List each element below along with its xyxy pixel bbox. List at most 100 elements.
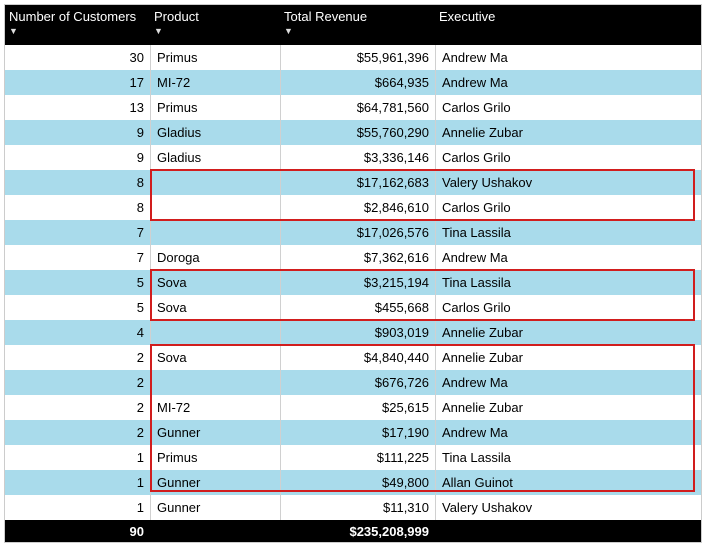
- cell-number-of-customers: 9: [5, 145, 150, 170]
- cell-executive: Valery Ushakov: [435, 495, 701, 520]
- column-header-product[interactable]: Product ▼: [150, 7, 280, 36]
- cell-product: Gunner: [150, 420, 280, 445]
- table-row[interactable]: 1Gunner$49,800Allan Guinot: [5, 470, 701, 495]
- table-row[interactable]: 9Gladius$3,336,146Carlos Grilo: [5, 145, 701, 170]
- column-header-label: Executive: [439, 9, 495, 24]
- cell-product: Sova: [150, 270, 280, 295]
- sort-desc-icon: ▼: [9, 26, 146, 36]
- cell-number-of-customers: 13: [5, 95, 150, 120]
- column-header-number-of-customers[interactable]: Number of Customers ▼: [5, 7, 150, 36]
- total-number-of-customers: 90: [5, 520, 150, 542]
- column-header-label: Product: [154, 9, 199, 24]
- cell-number-of-customers: 5: [5, 295, 150, 320]
- cell-product: Doroga: [150, 245, 280, 270]
- cell-total-revenue: $2,846,610: [280, 195, 435, 220]
- column-header-label: Total Revenue: [284, 9, 367, 24]
- cell-product: MI-72: [150, 70, 280, 95]
- table-body: 30Primus$55,961,396Andrew Ma17MI-72$664,…: [5, 45, 701, 520]
- cell-number-of-customers: 17: [5, 70, 150, 95]
- cell-executive: Carlos Grilo: [435, 195, 701, 220]
- cell-number-of-customers: 5: [5, 270, 150, 295]
- table-row[interactable]: 1Primus$111,225Tina Lassila: [5, 445, 701, 470]
- cell-number-of-customers: 7: [5, 220, 150, 245]
- cell-number-of-customers: 8: [5, 195, 150, 220]
- cell-executive: Annelie Zubar: [435, 120, 701, 145]
- cell-total-revenue: $17,026,576: [280, 220, 435, 245]
- cell-total-revenue: $64,781,560: [280, 95, 435, 120]
- cell-number-of-customers: 2: [5, 370, 150, 395]
- table-row[interactable]: 2 $676,726Andrew Ma: [5, 370, 701, 395]
- cell-total-revenue: $455,668: [280, 295, 435, 320]
- cell-total-revenue: $111,225: [280, 445, 435, 470]
- cell-total-revenue: $17,162,683: [280, 170, 435, 195]
- sort-desc-icon: ▼: [284, 26, 431, 36]
- table-row[interactable]: 8 $17,162,683Valery Ushakov: [5, 170, 701, 195]
- cell-number-of-customers: 8: [5, 170, 150, 195]
- cell-number-of-customers: 1: [5, 495, 150, 520]
- cell-number-of-customers: 2: [5, 395, 150, 420]
- cell-executive: Tina Lassila: [435, 220, 701, 245]
- cell-total-revenue: $55,760,290: [280, 120, 435, 145]
- table-row[interactable]: 5Sova$3,215,194Tina Lassila: [5, 270, 701, 295]
- table-total-row: 90 $235,208,999: [5, 520, 701, 542]
- cell-product: Gladius: [150, 120, 280, 145]
- cell-total-revenue: $676,726: [280, 370, 435, 395]
- cell-executive: Andrew Ma: [435, 370, 701, 395]
- cell-executive: Valery Ushakov: [435, 170, 701, 195]
- table-row[interactable]: 4 $903,019Annelie Zubar: [5, 320, 701, 345]
- cell-product: Gunner: [150, 470, 280, 495]
- cell-number-of-customers: 7: [5, 245, 150, 270]
- cell-number-of-customers: 30: [5, 45, 150, 70]
- sort-desc-icon: ▼: [154, 26, 276, 36]
- table-row[interactable]: 8 $2,846,610Carlos Grilo: [5, 195, 701, 220]
- table-row[interactable]: 5Sova$455,668Carlos Grilo: [5, 295, 701, 320]
- table-row[interactable]: 2MI-72$25,615Annelie Zubar: [5, 395, 701, 420]
- cell-product: Sova: [150, 345, 280, 370]
- cell-product: Gladius: [150, 145, 280, 170]
- cell-executive: Tina Lassila: [435, 270, 701, 295]
- table-row[interactable]: 13Primus$64,781,560Carlos Grilo: [5, 95, 701, 120]
- cell-product: Primus: [150, 45, 280, 70]
- table-row[interactable]: 7Doroga$7,362,616Andrew Ma: [5, 245, 701, 270]
- cell-product: [150, 370, 280, 395]
- cell-executive: Annelie Zubar: [435, 345, 701, 370]
- cell-total-revenue: $17,190: [280, 420, 435, 445]
- cell-product: Gunner: [150, 495, 280, 520]
- cell-executive: Annelie Zubar: [435, 395, 701, 420]
- column-header-total-revenue[interactable]: Total Revenue ▼: [280, 7, 435, 36]
- cell-number-of-customers: 4: [5, 320, 150, 345]
- table-row[interactable]: 1Gunner$11,310Valery Ushakov: [5, 495, 701, 520]
- data-table: Number of Customers ▼ Product ▼ Total Re…: [4, 4, 702, 543]
- cell-number-of-customers: 1: [5, 470, 150, 495]
- table-row[interactable]: 17MI-72$664,935Andrew Ma: [5, 70, 701, 95]
- cell-total-revenue: $903,019: [280, 320, 435, 345]
- cell-number-of-customers: 9: [5, 120, 150, 145]
- cell-total-revenue: $55,961,396: [280, 45, 435, 70]
- cell-executive: Annelie Zubar: [435, 320, 701, 345]
- cell-executive: Andrew Ma: [435, 45, 701, 70]
- table-row[interactable]: 2Gunner$17,190Andrew Ma: [5, 420, 701, 445]
- table-header-row: Number of Customers ▼ Product ▼ Total Re…: [5, 5, 701, 45]
- cell-total-revenue: $3,215,194: [280, 270, 435, 295]
- cell-product: [150, 195, 280, 220]
- cell-executive: Andrew Ma: [435, 245, 701, 270]
- column-header-executive[interactable]: Executive: [435, 7, 701, 25]
- total-executive: [435, 520, 701, 542]
- cell-executive: Tina Lassila: [435, 445, 701, 470]
- cell-product: MI-72: [150, 395, 280, 420]
- cell-product: Primus: [150, 95, 280, 120]
- cell-executive: Allan Guinot: [435, 470, 701, 495]
- column-header-label: Number of Customers: [9, 9, 136, 24]
- table-row[interactable]: 2Sova$4,840,440Annelie Zubar: [5, 345, 701, 370]
- table-row[interactable]: 9Gladius$55,760,290Annelie Zubar: [5, 120, 701, 145]
- cell-executive: Andrew Ma: [435, 420, 701, 445]
- cell-number-of-customers: 2: [5, 420, 150, 445]
- cell-product: [150, 220, 280, 245]
- cell-executive: Carlos Grilo: [435, 295, 701, 320]
- cell-total-revenue: $49,800: [280, 470, 435, 495]
- cell-total-revenue: $664,935: [280, 70, 435, 95]
- cell-number-of-customers: 2: [5, 345, 150, 370]
- table-row[interactable]: 7 $17,026,576Tina Lassila: [5, 220, 701, 245]
- table-row[interactable]: 30Primus$55,961,396Andrew Ma: [5, 45, 701, 70]
- cell-product: Primus: [150, 445, 280, 470]
